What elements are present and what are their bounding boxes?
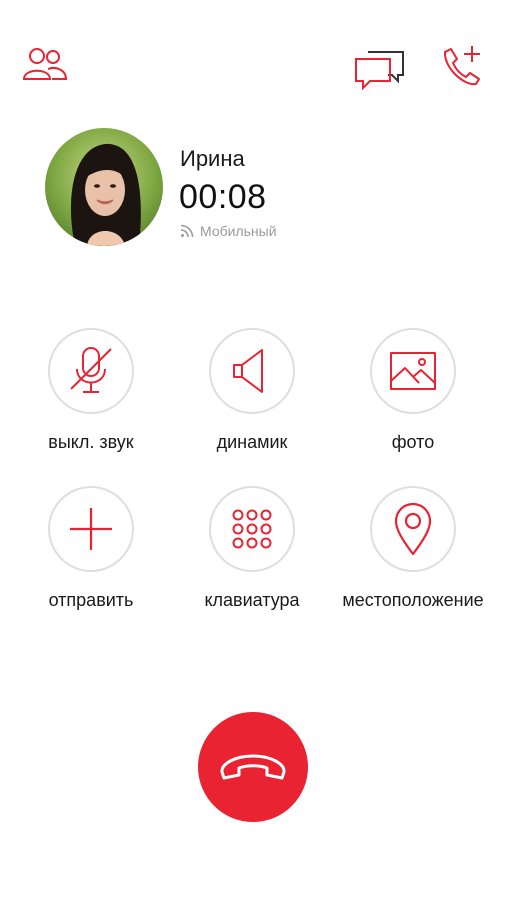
keypad-label: клавиатура (204, 590, 300, 610)
network-type: Мобильный (180, 223, 277, 239)
location-pin-icon (394, 502, 432, 556)
photo-button[interactable]: фото (328, 328, 498, 453)
send-label: отправить (48, 590, 134, 610)
speaker-icon (233, 349, 263, 393)
location-circle[interactable] (370, 486, 456, 572)
caller-avatar (45, 128, 163, 246)
call-timer: 00:08 (179, 178, 267, 216)
speaker-button[interactable]: динамик (167, 328, 337, 453)
mute-label: выкл. звук (48, 432, 134, 452)
mute-mic-icon (70, 347, 112, 393)
chat-button[interactable] (354, 48, 406, 92)
send-circle[interactable] (48, 486, 134, 572)
contacts-button[interactable] (22, 46, 68, 82)
network-label: Мобильный (200, 223, 277, 239)
photo-circle[interactable] (370, 328, 456, 414)
send-button[interactable]: отправить (6, 486, 176, 611)
add-call-button[interactable] (438, 44, 484, 88)
photo-label: фото (391, 432, 435, 452)
location-label: местоположение (342, 590, 484, 610)
image-icon (390, 352, 436, 390)
speaker-label: динамик (216, 432, 288, 452)
mute-button[interactable]: выкл. звук (6, 328, 176, 453)
plus-icon (70, 508, 112, 550)
keypad-icon (232, 509, 272, 549)
add-call-icon (443, 46, 480, 86)
keypad-button[interactable]: клавиатура (167, 486, 337, 611)
signal-icon (180, 224, 194, 238)
speaker-circle[interactable] (209, 328, 295, 414)
keypad-circle[interactable] (209, 486, 295, 572)
caller-name: Ирина (180, 146, 245, 171)
hangup-icon (220, 754, 286, 780)
end-call-button[interactable] (198, 712, 308, 822)
mute-circle[interactable] (48, 328, 134, 414)
contacts-icon (22, 48, 68, 80)
location-button[interactable]: местоположение (328, 486, 498, 611)
chat-icon (355, 51, 404, 91)
